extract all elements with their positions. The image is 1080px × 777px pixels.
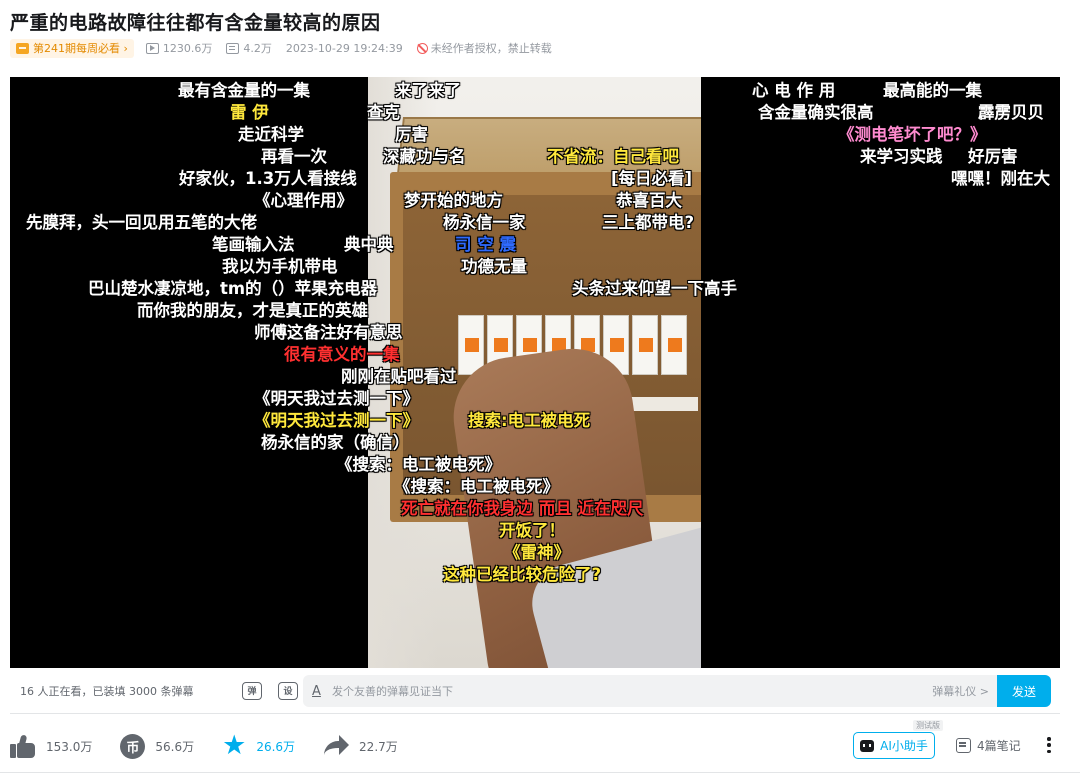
danmaku-item: 《搜索：电工被电死》 [336, 455, 501, 474]
coin-button[interactable]: 币 56.6万 [120, 733, 195, 759]
danmaku-item: 好家伙，1.3万人看接线 [179, 169, 357, 188]
danmaku-settings-icon[interactable]: 设 [278, 681, 298, 700]
danmaku-item: 很有意义的一集 [284, 345, 400, 364]
danmaku-count-value: 4.2万 [243, 42, 272, 55]
coin-count: 56.6万 [155, 739, 195, 754]
danmaku-item: 杨永信的家（确信） [261, 433, 410, 452]
view-count-value: 1230.6万 [162, 42, 213, 55]
share-button[interactable]: 22.7万 [323, 735, 398, 757]
send-button[interactable]: 发送 [997, 675, 1051, 707]
danmaku-item: 嘿嘿！刚在大 [951, 169, 1050, 188]
action-bar: 153.0万 币 56.6万 ★ 26.6万 22.7万 [10, 730, 426, 762]
danmaku-item: 杨永信一家 [443, 213, 526, 232]
danmaku-item: 三上都带电? [602, 213, 695, 232]
danmaku-item: 最有含金量的一集 [178, 81, 310, 100]
danmaku-input[interactable] [332, 684, 892, 698]
weekly-badge-label: 第241期每周必看 [33, 42, 120, 55]
danmaku-item: 走近科学 [238, 125, 304, 144]
video-meta: 第241期每周必看 › 1230.6万 4.2万 2023-10-29 19:2… [10, 38, 566, 58]
robot-icon [860, 739, 875, 752]
danmaku-item: 雷 伊 [230, 103, 269, 122]
thumbs-up-icon [10, 733, 36, 759]
danmaku-settings-label: 设 [283, 687, 293, 697]
danmaku-item: 典中典 [344, 235, 394, 254]
danmaku-item: 刚刚在贴吧看过 [341, 367, 457, 386]
star-icon: ★ [222, 730, 247, 761]
danmaku-item: 好厉害 [968, 147, 1018, 166]
danmaku-item: 我以为手机带电 [222, 257, 338, 276]
danmaku-item: 而你我的朋友，才是真正的英雄 [137, 301, 368, 320]
video-title: 严重的电路故障往往都有含金量较高的原因 [10, 12, 381, 34]
danmaku-item: 开饭了！ [499, 521, 565, 540]
danmaku-item: 恭喜百大 [616, 191, 682, 210]
danmaku-item: 厉害 [395, 125, 428, 144]
danmaku-item: 最高能的一集 [883, 81, 982, 100]
danmaku-item: 《心理作用》 [254, 191, 353, 210]
danmaku-count-icon [226, 42, 240, 54]
view-count: 1230.6万 [145, 40, 213, 56]
danmaku-item: 巴山楚水凄凉地，tm的（）苹果充电器 [88, 279, 378, 298]
notes-button[interactable]: 4篇笔记 [956, 737, 1021, 754]
weekly-icon [16, 42, 29, 54]
like-button[interactable]: 153.0万 [10, 733, 92, 759]
notes-icon [956, 738, 971, 753]
weekly-badge[interactable]: 第241期每周必看 › [10, 38, 134, 58]
danmaku-item: 《雷神》 [504, 543, 570, 562]
danmaku-etiquette-link[interactable]: 弹幕礼仪 > [932, 683, 989, 699]
danmaku-item: 来了来了 [395, 81, 461, 100]
danmaku-item: 含金量确实很高 [758, 103, 874, 122]
favorite-count: 26.6万 [256, 739, 296, 754]
danmaku-input-area: A 弹幕礼仪 > 发送 [303, 675, 1051, 707]
forbidden-icon [416, 42, 428, 54]
share-arrow-icon [323, 735, 350, 757]
danmaku-item: 头条过来仰望一下高手 [572, 279, 737, 298]
danmaku-item: 司 空 震 [455, 235, 516, 254]
share-count: 22.7万 [359, 739, 398, 754]
danmaku-item: 《明天我过去测一下》 [254, 389, 419, 408]
danmaku-item: 笔画输入法 [212, 235, 295, 254]
danmaku-toggle-icon[interactable]: 弹 [242, 681, 262, 700]
danmaku-item: 这种已经比较危险了? [443, 565, 602, 584]
publish-time: 2023-10-29 19:24:39 [285, 41, 403, 55]
video-player[interactable]: 最有含金量的一集 来了来了 心 电 作 用 最高能的一集 雷 伊 查克 含金量确… [10, 77, 1060, 668]
danmaku-item: 搜索:电工被电死 [468, 411, 591, 430]
chevron-right-icon: › [120, 41, 128, 55]
danmaku-item: 《搜索：电工被电死》 [394, 477, 559, 496]
danmaku-count: 4.2万 [226, 40, 272, 56]
danmaku-item: 深藏功与名 [383, 147, 466, 166]
favorite-button[interactable]: ★ 26.6万 [222, 730, 296, 761]
danmaku-item: 功德无量 [461, 257, 527, 276]
danmaku-item: 《明天我过去测一下》 [254, 411, 419, 430]
more-options-icon[interactable] [1046, 737, 1052, 753]
copyright-text: 未经作者授权，禁止转载 [430, 42, 552, 55]
ai-assistant-button[interactable]: AI小助手 [853, 732, 935, 759]
danmaku-bar: 16 人正在看，已装填 3000 条弹幕 弹 设 A 弹幕礼仪 > 发送 [10, 668, 1060, 714]
danmaku-item: 不省流：自己看吧 [547, 147, 679, 166]
danmaku-item: 查克 [367, 103, 400, 122]
danmaku-item: [每日必看] [611, 169, 693, 188]
notes-label: 4篇笔记 [977, 739, 1021, 753]
danmaku-item: 梦开始的地方 [404, 191, 503, 210]
danmaku-item: 霹雳贝贝 [978, 103, 1044, 122]
copyright-notice: 未经作者授权，禁止转载 [416, 40, 552, 56]
coin-icon: 币 [120, 733, 146, 759]
ai-assistant-label: AI小助手 [880, 739, 928, 753]
like-count: 153.0万 [46, 739, 93, 754]
danmaku-item: 心 电 作 用 [752, 81, 836, 100]
danmaku-item: 死亡就在你我身边 而且 近在咫尺 [401, 499, 644, 518]
beta-tag: 测试版 [913, 720, 943, 731]
font-style-icon[interactable]: A [312, 684, 326, 699]
viewer-status: 16 人正在看，已装填 3000 条弹幕 [20, 684, 194, 698]
danmaku-item: 师傅这备注好有意思 [254, 323, 403, 342]
danmaku-item: 《测电笔坏了吧？》 [838, 125, 987, 144]
danmaku-item: 先膜拜，头一回见用五笔的大佬 [26, 213, 257, 232]
play-count-icon [145, 42, 159, 54]
danmaku-item: 来学习实践 [860, 147, 943, 166]
danmaku-item: 再看一次 [261, 147, 327, 166]
danmaku-toggle-label: 弹 [247, 687, 257, 697]
